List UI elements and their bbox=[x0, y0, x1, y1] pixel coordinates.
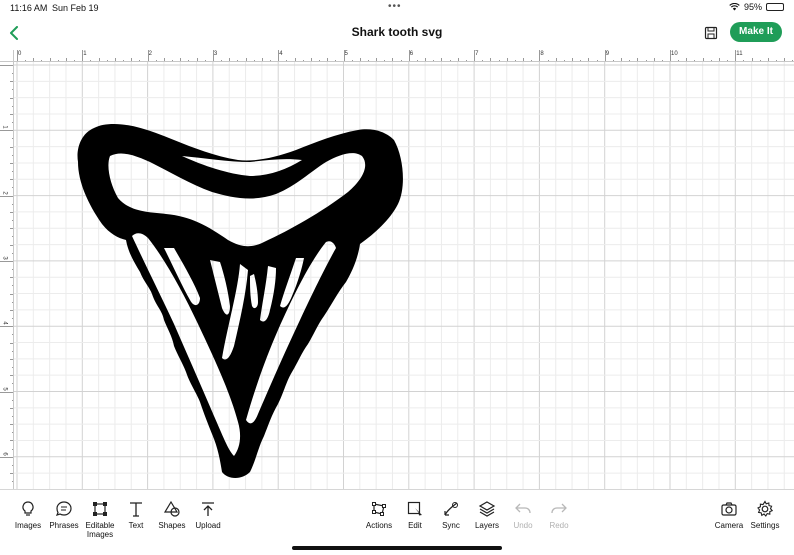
tool-label: Phrases bbox=[49, 521, 79, 530]
tool-label: Layers bbox=[474, 521, 499, 530]
tool-label: Text bbox=[128, 521, 144, 530]
ruler-top-label: 6 bbox=[409, 51, 414, 57]
ruler-tick bbox=[604, 50, 606, 61]
ruler-top-label: 5 bbox=[344, 51, 348, 57]
ruler-tick bbox=[0, 391, 13, 393]
ruler-tick bbox=[539, 50, 541, 61]
tool-label: Settings bbox=[750, 521, 780, 530]
ruler-left-label: 5 bbox=[1, 386, 8, 391]
status-date: Sun Feb 19 bbox=[52, 3, 99, 13]
ruler-tick bbox=[212, 50, 214, 61]
ruler-tick bbox=[474, 50, 476, 61]
ruler-left-label: 4 bbox=[1, 321, 8, 325]
ruler-tick bbox=[17, 50, 18, 61]
lightbulb-icon bbox=[22, 501, 34, 516]
ruler-top-label: 1 bbox=[83, 51, 87, 57]
ruler-tick bbox=[0, 65, 13, 66]
speech-bubble-icon bbox=[55, 501, 72, 516]
ruler-top-label: 8 bbox=[540, 51, 544, 57]
ruler-tick bbox=[408, 50, 410, 61]
sync-icon bbox=[444, 502, 458, 516]
ruler-tick bbox=[735, 50, 737, 61]
redo-icon bbox=[551, 503, 567, 514]
battery-icon bbox=[766, 3, 784, 11]
shapes-icon bbox=[163, 500, 180, 517]
edit-icon bbox=[407, 501, 422, 516]
ruler-top-label: 2 bbox=[148, 51, 152, 57]
settings-tool[interactable]: Settings bbox=[743, 500, 787, 530]
upload-icon bbox=[202, 502, 214, 516]
ruler-tick bbox=[147, 50, 149, 61]
tool-label: Shapes bbox=[158, 521, 186, 530]
ruler-tick bbox=[0, 326, 13, 328]
page-title: Shark tooth svg bbox=[351, 25, 443, 39]
camera-icon bbox=[721, 502, 737, 516]
ruler-top: 0 1 2 3 4 5 6 7 8 9 10 11 bbox=[14, 50, 794, 62]
tool-label: Camera bbox=[714, 521, 744, 530]
redo-tool[interactable]: Redo bbox=[537, 500, 581, 530]
save-button[interactable] bbox=[703, 25, 719, 41]
undo-icon bbox=[515, 503, 531, 514]
ruler-top-label: 10 bbox=[671, 51, 678, 57]
ruler-top-label: 0 bbox=[18, 51, 22, 57]
shark-tooth-svg[interactable] bbox=[14, 62, 794, 489]
status-time: 11:16 AM bbox=[10, 3, 48, 13]
tool-label: Upload bbox=[195, 521, 221, 530]
gear-icon bbox=[757, 500, 774, 517]
wifi-icon bbox=[729, 3, 740, 11]
ruler-top-label: 7 bbox=[475, 51, 479, 57]
ruler-left-label: 1 bbox=[1, 125, 8, 129]
ruler-tick bbox=[278, 50, 280, 61]
ruler-tick bbox=[0, 260, 13, 262]
ruler-corner bbox=[0, 50, 14, 62]
text-icon bbox=[130, 502, 142, 517]
ruler-left-label: 3 bbox=[1, 256, 8, 260]
ruler-left-label: 2 bbox=[1, 190, 8, 195]
multitasking-dots-icon[interactable]: ••• bbox=[388, 1, 402, 12]
ruler-left-label: 6 bbox=[1, 452, 8, 456]
ruler-left: 1234567 bbox=[0, 62, 14, 489]
make-it-button[interactable]: Make It bbox=[730, 22, 782, 42]
status-indicators: 95% bbox=[729, 2, 784, 12]
header: Shark tooth svg Make It bbox=[0, 16, 794, 50]
ruler-tick bbox=[0, 130, 13, 132]
editable-images-icon bbox=[93, 502, 107, 516]
ruler-tick bbox=[0, 456, 13, 458]
actions-icon bbox=[372, 502, 386, 516]
ruler-tick bbox=[343, 50, 345, 61]
battery-percent: 95% bbox=[743, 2, 762, 12]
ruler-tick bbox=[0, 195, 13, 197]
save-icon bbox=[704, 26, 718, 40]
ruler-tick bbox=[82, 50, 84, 61]
ruler-top-label: 4 bbox=[279, 51, 283, 57]
upload-tool[interactable]: Upload bbox=[186, 500, 230, 530]
ruler-top-label: 11 bbox=[736, 51, 743, 57]
home-indicator[interactable] bbox=[292, 546, 502, 550]
tool-label: Redo bbox=[549, 521, 569, 530]
ruler-tick bbox=[670, 50, 671, 61]
design-canvas[interactable] bbox=[14, 62, 794, 489]
layers-icon bbox=[478, 501, 496, 517]
tool-label: Actions bbox=[365, 521, 393, 530]
ruler-top-label: 9 bbox=[605, 51, 610, 57]
tool-label: Sync bbox=[442, 521, 460, 530]
ruler-top-label: 3 bbox=[213, 51, 218, 57]
status-bar: 11:16 AM Sun Feb 19 ••• 95% bbox=[0, 0, 794, 16]
tool-label: Images bbox=[14, 521, 42, 530]
tool-label: Undo bbox=[513, 521, 533, 530]
tool-label: Edit bbox=[408, 521, 422, 530]
